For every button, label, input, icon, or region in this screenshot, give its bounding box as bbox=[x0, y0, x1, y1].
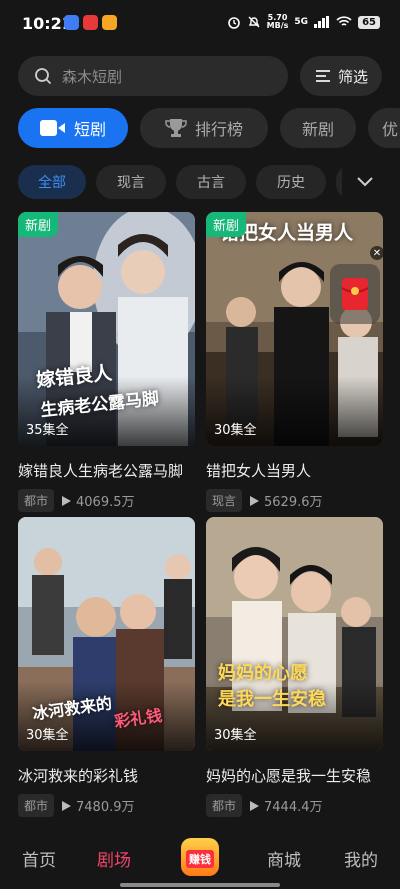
filter-icon bbox=[315, 70, 330, 82]
play-icon bbox=[62, 800, 72, 811]
chip-ancient-romance[interactable]: 古言 bbox=[176, 165, 246, 199]
play-count: 7444.4万 bbox=[250, 796, 323, 815]
nav-earn-button[interactable]: 赚钱 bbox=[181, 838, 219, 876]
close-icon[interactable]: ✕ bbox=[370, 246, 383, 260]
play-count: 7480.9万 bbox=[62, 796, 135, 815]
drama-title[interactable]: 错把女人当男人 bbox=[206, 460, 383, 481]
signal-icon bbox=[314, 16, 330, 28]
status-app-icons bbox=[64, 15, 117, 30]
genre-tag: 都市 bbox=[206, 794, 243, 817]
tab-label: 新剧 bbox=[301, 120, 334, 139]
tab-ranking[interactable]: 排行榜 bbox=[140, 108, 268, 148]
chip-history[interactable]: 历史 bbox=[256, 165, 326, 199]
nav-theater[interactable]: 剧场 bbox=[97, 846, 131, 871]
chip-partial[interactable] bbox=[336, 165, 342, 199]
episode-count: 35集全 bbox=[26, 423, 69, 438]
drama-card[interactable]: 错把女人当男人 新剧 ✕ 30集全 错把女人当男人 现言 5629.6万 bbox=[206, 212, 383, 512]
play-count: 4069.5万 bbox=[62, 491, 135, 510]
status-indicators: 5.70 MB/s 5G 65 bbox=[227, 14, 380, 30]
drama-card[interactable]: 冰河救来的 彩礼钱 30集全 冰河救来的彩礼钱 都市 7480.9万 bbox=[18, 517, 195, 817]
drama-poster[interactable]: 错把女人当男人 新剧 ✕ 30集全 bbox=[206, 212, 383, 446]
tab-label: 排行榜 bbox=[194, 120, 243, 139]
app-notification-icon bbox=[102, 15, 117, 30]
red-packet-widget[interactable] bbox=[330, 264, 380, 324]
drama-card[interactable]: 妈妈的心愿 是我一生安稳 30集全 妈妈的心愿是我一生安稳 都市 7444.4万 bbox=[206, 517, 383, 817]
genre-tag: 都市 bbox=[18, 489, 55, 512]
chevron-down-icon bbox=[357, 177, 373, 187]
chip-all[interactable]: 全部 bbox=[18, 165, 86, 199]
category-tabs: 短剧 排行榜 新剧 优 bbox=[18, 108, 400, 148]
episode-count: 30集全 bbox=[214, 728, 257, 743]
alarm-icon bbox=[227, 17, 240, 29]
status-bar: 10:21 5.70 MB/s 5G 65 bbox=[0, 0, 400, 50]
app-notification-icon bbox=[64, 15, 79, 30]
chip-modern-romance[interactable]: 现言 bbox=[96, 165, 166, 199]
drama-meta: 都市 7480.9万 bbox=[18, 794, 195, 817]
poster-subtitle: 是我一生安稳 bbox=[218, 689, 326, 710]
video-camera-icon bbox=[39, 120, 65, 136]
genre-tag: 都市 bbox=[18, 794, 55, 817]
wifi-icon bbox=[336, 16, 352, 26]
nav-home[interactable]: 首页 bbox=[22, 846, 56, 871]
drama-title[interactable]: 嫁错良人生病老公露马脚 bbox=[18, 460, 195, 481]
app-notification-icon bbox=[83, 15, 98, 30]
drama-poster[interactable]: 新剧 嫁错良人 生病老公露马脚 35集全 bbox=[18, 212, 195, 446]
tab-quality[interactable]: 优 bbox=[368, 108, 400, 148]
poster-title: 妈妈的心愿 bbox=[218, 663, 308, 684]
drama-poster[interactable]: 冰河救来的 彩礼钱 30集全 bbox=[18, 517, 195, 751]
tab-short-drama[interactable]: 短剧 bbox=[18, 108, 128, 148]
tab-new-drama[interactable]: 新剧 bbox=[280, 108, 356, 148]
episode-count: 30集全 bbox=[26, 728, 69, 743]
search-placeholder: 森木短剧 bbox=[62, 67, 123, 86]
battery-indicator: 65 bbox=[358, 15, 380, 29]
drama-meta: 都市 7444.4万 bbox=[206, 794, 383, 817]
bottom-nav: 首页 剧场 赚钱 商城 我的 bbox=[0, 830, 400, 889]
search-input[interactable]: 森木短剧 bbox=[18, 56, 288, 96]
expand-chips-button[interactable] bbox=[350, 170, 380, 194]
episode-count: 30集全 bbox=[214, 423, 257, 438]
home-indicator[interactable] bbox=[120, 883, 280, 887]
play-icon bbox=[62, 495, 72, 506]
drama-poster[interactable]: 妈妈的心愿 是我一生安稳 30集全 bbox=[206, 517, 383, 751]
filter-label: 筛选 bbox=[337, 67, 368, 86]
filter-button[interactable]: 筛选 bbox=[300, 56, 382, 96]
play-icon bbox=[250, 495, 260, 506]
drama-meta: 现言 5629.6万 bbox=[206, 489, 383, 512]
trophy-icon bbox=[165, 119, 187, 137]
network-speed: 5.70 MB/s bbox=[266, 13, 289, 30]
drama-card[interactable]: 新剧 嫁错良人 生病老公露马脚 35集全 嫁错良人生病老公露马脚 都市 4069… bbox=[18, 212, 195, 512]
play-count: 5629.6万 bbox=[250, 491, 323, 510]
nav-mine[interactable]: 我的 bbox=[344, 846, 378, 871]
tab-label: 短剧 bbox=[73, 120, 106, 139]
mute-bell-icon bbox=[248, 16, 260, 28]
tab-label: 优 bbox=[382, 120, 399, 139]
genre-tag: 现言 bbox=[206, 489, 243, 512]
earn-label: 赚钱 bbox=[186, 850, 214, 868]
play-icon bbox=[250, 800, 260, 811]
drama-meta: 都市 4069.5万 bbox=[18, 489, 195, 512]
search-icon bbox=[35, 68, 52, 85]
drama-title[interactable]: 妈妈的心愿是我一生安稳 bbox=[206, 765, 383, 786]
network-type: 5G bbox=[294, 17, 309, 27]
nav-mall[interactable]: 商城 bbox=[267, 846, 301, 871]
drama-title[interactable]: 冰河救来的彩礼钱 bbox=[18, 765, 195, 786]
new-badge: 新剧 bbox=[206, 212, 247, 237]
genre-chips: 全部 现言 古言 历史 bbox=[18, 165, 342, 199]
red-packet-icon bbox=[342, 278, 368, 310]
new-badge: 新剧 bbox=[18, 212, 59, 237]
